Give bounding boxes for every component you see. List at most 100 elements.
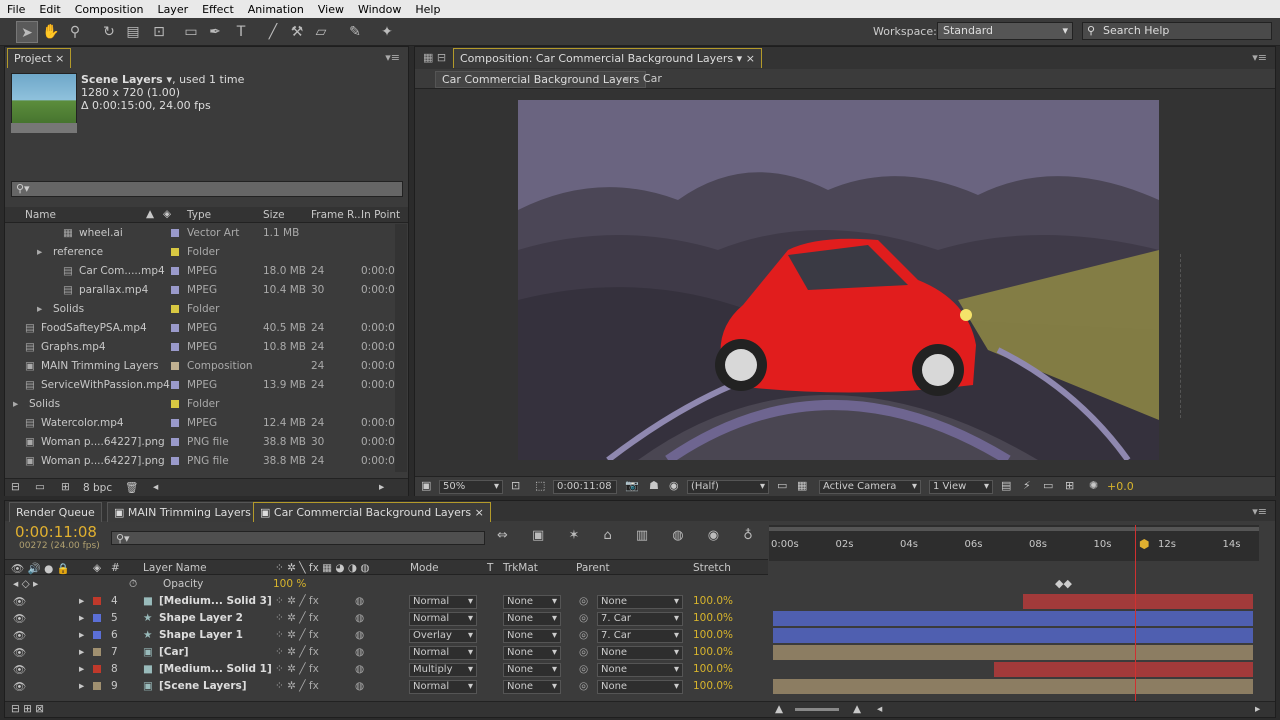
rotate-tool-icon[interactable]: ↻ xyxy=(98,21,120,43)
scroll-right-icon[interactable]: ▸ xyxy=(379,481,384,493)
zoom-tool-icon[interactable]: ⚲ xyxy=(64,21,86,43)
menu-item-view[interactable]: View xyxy=(311,3,351,16)
timeline-icon[interactable]: ▭ xyxy=(1043,479,1053,492)
hand-tool-icon[interactable]: ✋ xyxy=(40,21,62,43)
motion-blur-icon[interactable]: ◍ xyxy=(355,629,364,641)
camera-tool-icon[interactable]: ▤ xyxy=(122,21,144,43)
selection-tool-icon[interactable]: ➤ xyxy=(16,21,38,43)
blend-mode-dropdown[interactable]: Normal ▾ xyxy=(409,612,477,626)
column-in-point[interactable]: In Point xyxy=(361,209,400,221)
label-swatch[interactable] xyxy=(171,305,179,313)
text-tool-icon[interactable]: T xyxy=(230,21,252,43)
project-item[interactable]: ▤ Graphs.mp4 MPEG 10.8 MB 24 0:00:0 xyxy=(13,338,395,357)
transparency-grid-icon[interactable]: ▦ xyxy=(797,479,807,492)
tab-car-commercial[interactable]: ▣ Car Commercial Background Layers × xyxy=(253,502,491,522)
menu-item-window[interactable]: Window xyxy=(351,3,408,16)
stretch-value[interactable]: 100.0% xyxy=(693,680,733,692)
layer-duration-bar[interactable] xyxy=(1022,594,1253,609)
stretch-value[interactable]: 100.0% xyxy=(693,646,733,658)
layer-row[interactable]: 👁 ▸ 8 ■ [Medium... Solid 1] ⁘ ✲ ╱ fx ◍ Multiply… xyxy=(5,661,768,678)
menu-item-composition[interactable]: Composition xyxy=(68,3,151,16)
label-swatch[interactable] xyxy=(171,419,179,427)
blend-mode-dropdown[interactable]: Normal ▾ xyxy=(409,595,477,609)
timeline-zoom-slider[interactable] xyxy=(795,708,839,711)
zoom-in-icon[interactable]: ▲ xyxy=(853,703,861,715)
blend-mode-dropdown[interactable]: Overlay ▾ xyxy=(409,629,477,643)
eye-icon[interactable]: 👁 xyxy=(13,595,26,608)
layer-duration-bar[interactable] xyxy=(773,645,1253,660)
layer-name-header[interactable]: Layer Name xyxy=(143,562,207,574)
layer-switches[interactable]: ⁘ ✲ ╱ fx xyxy=(275,646,319,658)
label-swatch[interactable] xyxy=(171,286,179,294)
stretch-value[interactable]: 100.0% xyxy=(693,612,733,624)
scroll-left-icon[interactable]: ◂ xyxy=(877,703,882,715)
motion-blur-icon[interactable]: ◍ xyxy=(355,612,364,624)
exposure-icon[interactable]: ✺ xyxy=(1089,479,1098,492)
project-item[interactable]: ▣ Woman p....64227].png PNG file 38.8 MB 30 0… xyxy=(13,433,395,452)
expand-arrow-icon[interactable]: ▸ xyxy=(79,595,84,607)
exposure-value[interactable]: +0.0 xyxy=(1107,480,1134,493)
parent-dropdown[interactable]: None ▾ xyxy=(597,646,683,660)
project-item[interactable]: ▤ Watercolor.mp4 MPEG 12.4 MB 24 0:00:0 xyxy=(13,414,395,433)
opacity-value[interactable]: 100 % xyxy=(273,578,306,590)
project-scrollbar[interactable] xyxy=(395,224,407,472)
pickwhip-icon[interactable]: ◎ xyxy=(579,595,588,607)
layer-switches[interactable]: ⁘ ✲ ╱ fx xyxy=(275,680,319,692)
stretch-value[interactable]: 100.0% xyxy=(693,629,733,641)
project-item[interactable]: ▤ ServiceWithPassion.mp4 MPEG 13.9 MB 24 0:00… xyxy=(13,376,395,395)
fast-previews-icon[interactable]: ▭ xyxy=(777,479,787,492)
label-swatch[interactable] xyxy=(171,438,179,446)
toggle-pixel-aspect-icon[interactable]: ▤ xyxy=(1001,479,1011,492)
project-item[interactable]: ▦ wheel.ai Vector Art 1.1 MB xyxy=(13,224,395,243)
eye-icon[interactable]: 👁 xyxy=(13,663,26,676)
layer-name[interactable]: Shape Layer 2 xyxy=(159,612,243,624)
item-name[interactable]: Scene Layers ▾ xyxy=(81,73,172,86)
trkmat-header[interactable]: TrkMat xyxy=(503,562,538,574)
pan-behind-tool-icon[interactable]: ⊡ xyxy=(148,21,170,43)
column-size[interactable]: Size xyxy=(263,209,285,221)
layer-name[interactable]: [Medium... Solid 3] xyxy=(159,595,272,607)
label-swatch[interactable] xyxy=(171,381,179,389)
render-icon[interactable]: ⚡ xyxy=(1023,479,1031,492)
lock-icon[interactable]: ▦ ⊟ xyxy=(423,51,446,64)
expand-arrow-icon[interactable]: ▸ xyxy=(79,680,84,692)
parent-dropdown[interactable]: None ▾ xyxy=(597,595,683,609)
project-item[interactable]: ▤ parallax.mp4 MPEG 10.4 MB 30 0:00:0 xyxy=(13,281,395,300)
layer-label-swatch[interactable] xyxy=(93,631,101,639)
workspace-dropdown[interactable]: Standard ▾ xyxy=(937,22,1073,40)
layer-label-swatch[interactable] xyxy=(93,682,101,690)
pickwhip-icon[interactable]: ◎ xyxy=(579,663,588,675)
resolution-fit-icon[interactable]: ⊡ xyxy=(511,479,520,492)
chevron-down-icon[interactable]: ▾ xyxy=(737,52,743,65)
current-time-display[interactable]: 0:00:11:08 xyxy=(553,480,617,494)
label-swatch[interactable] xyxy=(171,248,179,256)
layer-label-swatch[interactable] xyxy=(93,597,101,605)
brush-tool-icon[interactable]: ╱ xyxy=(262,21,284,43)
menu-item-layer[interactable]: Layer xyxy=(150,3,195,16)
timeline-timecode[interactable]: 0:00:11:08 xyxy=(15,523,97,541)
label-swatch[interactable] xyxy=(171,267,179,275)
label-swatch[interactable] xyxy=(171,324,179,332)
puppet-pin-tool-icon[interactable]: ✦ xyxy=(376,21,398,43)
layer-row[interactable]: 👁 ▸ 7 ▣ [Car] ⁘ ✲ ╱ fx ◍ Normal ▾ None ▾ ◎ None ▾ 100.… xyxy=(5,644,768,661)
scroll-right-icon[interactable]: ▸ xyxy=(1255,703,1260,715)
layer-switches[interactable]: ⁘ ✲ ╱ fx xyxy=(275,595,319,607)
layer-label-swatch[interactable] xyxy=(93,614,101,622)
tab-render-queue[interactable]: Render Queue xyxy=(9,502,102,522)
stretch-value[interactable]: 100.0% xyxy=(693,663,733,675)
always-preview-icon[interactable]: ▣ xyxy=(421,479,431,492)
motion-blur-icon[interactable]: ◍ xyxy=(355,680,364,692)
layer-name[interactable]: Shape Layer 1 xyxy=(159,629,243,641)
layer-row[interactable]: 👁 ▸ 5 ★ Shape Layer 2 ⁘ ✲ ╱ fx ◍ Normal ▾ None ▾ ◎ 7… xyxy=(5,610,768,627)
column-frame-rate[interactable]: Frame R... xyxy=(311,209,364,221)
breadcrumb-comp-car[interactable]: Car xyxy=(643,72,662,85)
track-matte-dropdown[interactable]: None ▾ xyxy=(503,595,561,609)
track-matte-dropdown[interactable]: None ▾ xyxy=(503,663,561,677)
parent-dropdown[interactable]: 7. Car ▾ xyxy=(597,629,683,643)
expand-arrow-icon[interactable]: ▸ xyxy=(79,646,84,658)
menu-item-edit[interactable]: Edit xyxy=(32,3,67,16)
work-area-bar[interactable] xyxy=(769,527,1259,531)
keyframe-nav-icon[interactable]: ◂ ◇ ▸ xyxy=(13,578,38,590)
close-icon[interactable]: × xyxy=(55,52,64,65)
tab-main-trimming-layers[interactable]: ▣ MAIN Trimming Layers xyxy=(107,502,258,522)
